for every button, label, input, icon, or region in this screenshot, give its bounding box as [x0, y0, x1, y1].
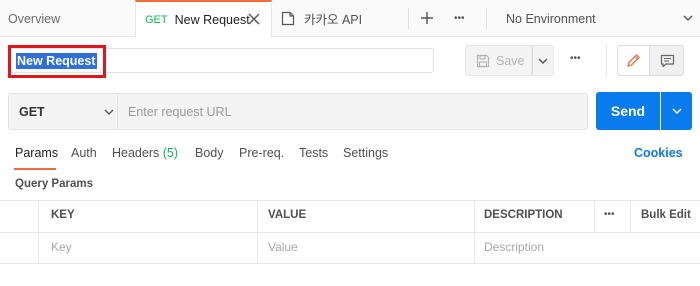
url-input[interactable]: Enter request URL — [118, 93, 588, 130]
param-key-input[interactable]: Key — [51, 240, 72, 254]
edit-mode-button[interactable] — [618, 46, 650, 75]
tab-divider — [486, 8, 487, 29]
environment-selector[interactable]: No Environment — [506, 0, 596, 37]
tab-headers-label: Headers — [112, 146, 160, 160]
column-header-value: VALUE — [268, 209, 307, 221]
send-button[interactable]: Send — [596, 92, 660, 130]
param-description-input[interactable]: Description — [484, 240, 544, 254]
tab-settings[interactable]: Settings — [343, 146, 388, 160]
tab-kakao-api[interactable]: 카카오 API — [281, 0, 362, 37]
tab-more-button[interactable]: ••• — [454, 13, 465, 24]
table-column-divider — [257, 200, 258, 264]
table-border — [0, 263, 700, 264]
tab-method-badge: GET — [145, 14, 168, 26]
table-column-divider — [474, 200, 475, 264]
tab-params[interactable]: Params — [15, 146, 58, 160]
tab-overview-label: Overview — [8, 11, 61, 26]
highlight-box — [8, 45, 106, 78]
table-border — [0, 200, 700, 201]
bulk-edit-button[interactable]: Bulk Edit — [641, 209, 691, 221]
divider — [606, 44, 607, 77]
table-column-divider — [38, 200, 39, 264]
tab-tests[interactable]: Tests — [299, 146, 328, 160]
chevron-down-icon[interactable] — [683, 14, 693, 22]
method-select[interactable]: GET — [8, 93, 118, 130]
cookies-link[interactable]: Cookies — [634, 146, 683, 160]
send-label: Send — [610, 103, 646, 119]
chevron-down-icon — [104, 109, 114, 115]
send-options-button[interactable] — [661, 92, 692, 130]
column-header-key: KEY — [51, 209, 75, 221]
tab-headers[interactable]: Headers (5) — [112, 146, 178, 160]
document-icon — [281, 11, 295, 26]
view-toggle — [617, 45, 684, 76]
pencil-icon — [627, 54, 640, 67]
save-label: Save — [496, 53, 525, 68]
tab-new-request[interactable]: GET New Request — [135, 0, 272, 38]
tab-bar: Overview GET New Request 카카오 API ••• No … — [0, 0, 700, 38]
method-value: GET — [19, 104, 45, 119]
chevron-down-icon — [671, 108, 682, 115]
tab-overview[interactable]: Overview — [8, 0, 60, 37]
table-more-button[interactable]: ••• — [604, 209, 615, 220]
request-more-button[interactable]: ••• — [570, 53, 581, 64]
headers-count-badge: (5) — [162, 146, 179, 160]
chevron-down-icon — [538, 58, 548, 64]
close-icon[interactable] — [246, 11, 262, 27]
plus-icon[interactable] — [419, 10, 435, 26]
comments-mode-button[interactable] — [651, 46, 683, 75]
tab-pre-request[interactable]: Pre-req. — [239, 146, 284, 160]
tab-title: 카카오 API — [304, 13, 363, 27]
table-column-divider — [630, 200, 631, 232]
tab-divider — [408, 8, 409, 29]
table-border — [0, 232, 700, 233]
active-tab-indicator — [14, 168, 56, 170]
save-icon — [476, 54, 490, 67]
comment-icon — [660, 54, 674, 67]
tab-body[interactable]: Body — [195, 146, 224, 160]
save-button[interactable]: Save — [465, 45, 532, 76]
table-column-divider — [594, 200, 595, 232]
column-header-description: DESCRIPTION — [484, 209, 563, 221]
save-options-button[interactable] — [532, 45, 554, 76]
url-placeholder: Enter request URL — [128, 104, 232, 119]
tab-auth[interactable]: Auth — [71, 146, 97, 160]
tab-title: New Request — [174, 13, 250, 27]
param-value-input[interactable]: Value — [268, 240, 298, 254]
environment-label: No Environment — [506, 11, 596, 26]
query-params-title: Query Params — [15, 178, 93, 190]
